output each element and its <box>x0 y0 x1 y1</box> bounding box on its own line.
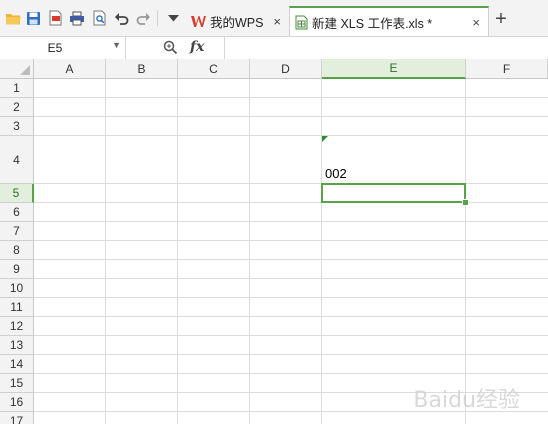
row-header-4[interactable]: 4 <box>0 136 34 184</box>
fill-handle[interactable] <box>462 199 469 206</box>
row-header-8[interactable]: 8 <box>0 241 34 260</box>
column-header-e[interactable]: E <box>322 59 466 79</box>
column-header-a[interactable]: A <box>34 59 106 79</box>
row-header-17[interactable]: 17 <box>0 412 34 424</box>
grid-hline <box>34 354 548 355</box>
column-header-d[interactable]: D <box>250 59 322 79</box>
formula-input[interactable] <box>224 37 548 59</box>
grid-hline <box>34 116 548 117</box>
chevron-down-icon[interactable]: ▼ <box>112 40 121 50</box>
row-header-9[interactable]: 9 <box>0 260 34 279</box>
grid-hline <box>34 97 548 98</box>
close-tab-icon[interactable]: × <box>273 14 281 29</box>
row-header-16[interactable]: 16 <box>0 393 34 412</box>
grid-hline <box>34 221 548 222</box>
formula-bar: E5 ▼ fx <box>0 37 548 60</box>
row-header-12[interactable]: 12 <box>0 317 34 336</box>
select-all-corner[interactable] <box>0 59 34 79</box>
tab-label: 新建 XLS 工作表.xls * <box>312 16 433 31</box>
grid-hline <box>34 240 548 241</box>
tab-workbook[interactable]: 新建 XLS 工作表.xls * × <box>289 6 489 36</box>
row-header-2[interactable]: 2 <box>0 98 34 117</box>
undo-icon[interactable] <box>112 9 130 27</box>
watermark-logo: Baidu经验 <box>413 388 520 413</box>
print-preview-icon[interactable] <box>90 9 108 27</box>
grid-hline <box>34 335 548 336</box>
name-box[interactable]: E5 ▼ <box>0 37 126 59</box>
spreadsheet-grid[interactable]: ABCDEF 1 2 3 4 5 6 7 8 9 10 11 12 13 14 15 16 17 002 <box>0 59 548 424</box>
grid-hline <box>34 202 548 203</box>
save-icon[interactable] <box>24 9 42 27</box>
column-header-c[interactable]: C <box>178 59 250 79</box>
column-header-f[interactable]: F <box>466 59 548 79</box>
print-icon[interactable] <box>68 9 86 27</box>
wps-logo-icon <box>191 15 206 28</box>
row-header-10[interactable]: 10 <box>0 279 34 298</box>
row-header-14[interactable]: 14 <box>0 355 34 374</box>
grid-hline <box>34 297 548 298</box>
grid-hline <box>34 278 548 279</box>
error-indicator-icon <box>322 136 328 142</box>
row-header-13[interactable]: 13 <box>0 336 34 355</box>
row-header-15[interactable]: 15 <box>0 374 34 393</box>
new-tab-button[interactable]: + <box>491 9 511 29</box>
zoom-function-icon[interactable] <box>163 40 178 60</box>
grid-hline <box>34 135 548 136</box>
active-cell-e5[interactable] <box>321 183 466 203</box>
row-header-6[interactable]: 6 <box>0 203 34 222</box>
redo-icon[interactable] <box>134 9 152 27</box>
row-header-5[interactable]: 5 <box>0 184 34 203</box>
row-header-11[interactable]: 11 <box>0 298 34 317</box>
tab-my-wps[interactable]: 我的WPS × <box>187 6 289 36</box>
cell-e4[interactable]: 002 <box>325 166 347 181</box>
plus-icon: + <box>495 8 507 30</box>
grid-hline <box>34 373 548 374</box>
grid-hline <box>34 183 548 184</box>
column-header-b[interactable]: B <box>106 59 178 79</box>
grid-hline <box>34 259 548 260</box>
open-folder-icon[interactable] <box>4 9 22 27</box>
insert-function-button[interactable]: fx <box>190 39 204 55</box>
grid-hline <box>34 316 548 317</box>
name-box-value: E5 <box>47 41 63 55</box>
customize-dropdown-icon[interactable] <box>164 9 182 27</box>
close-tab-icon[interactable]: × <box>472 15 480 30</box>
tab-label: 我的WPS <box>210 15 264 30</box>
row-header-1[interactable]: 1 <box>0 79 34 98</box>
row-header-7[interactable]: 7 <box>0 222 34 241</box>
row-header-3[interactable]: 3 <box>0 117 34 136</box>
export-pdf-icon[interactable] <box>46 9 64 27</box>
spreadsheet-file-icon <box>295 15 308 30</box>
toolbar-separator <box>157 10 158 26</box>
title-toolbar: 我的WPS × 新建 XLS 工作表.xls * × + <box>0 0 548 37</box>
